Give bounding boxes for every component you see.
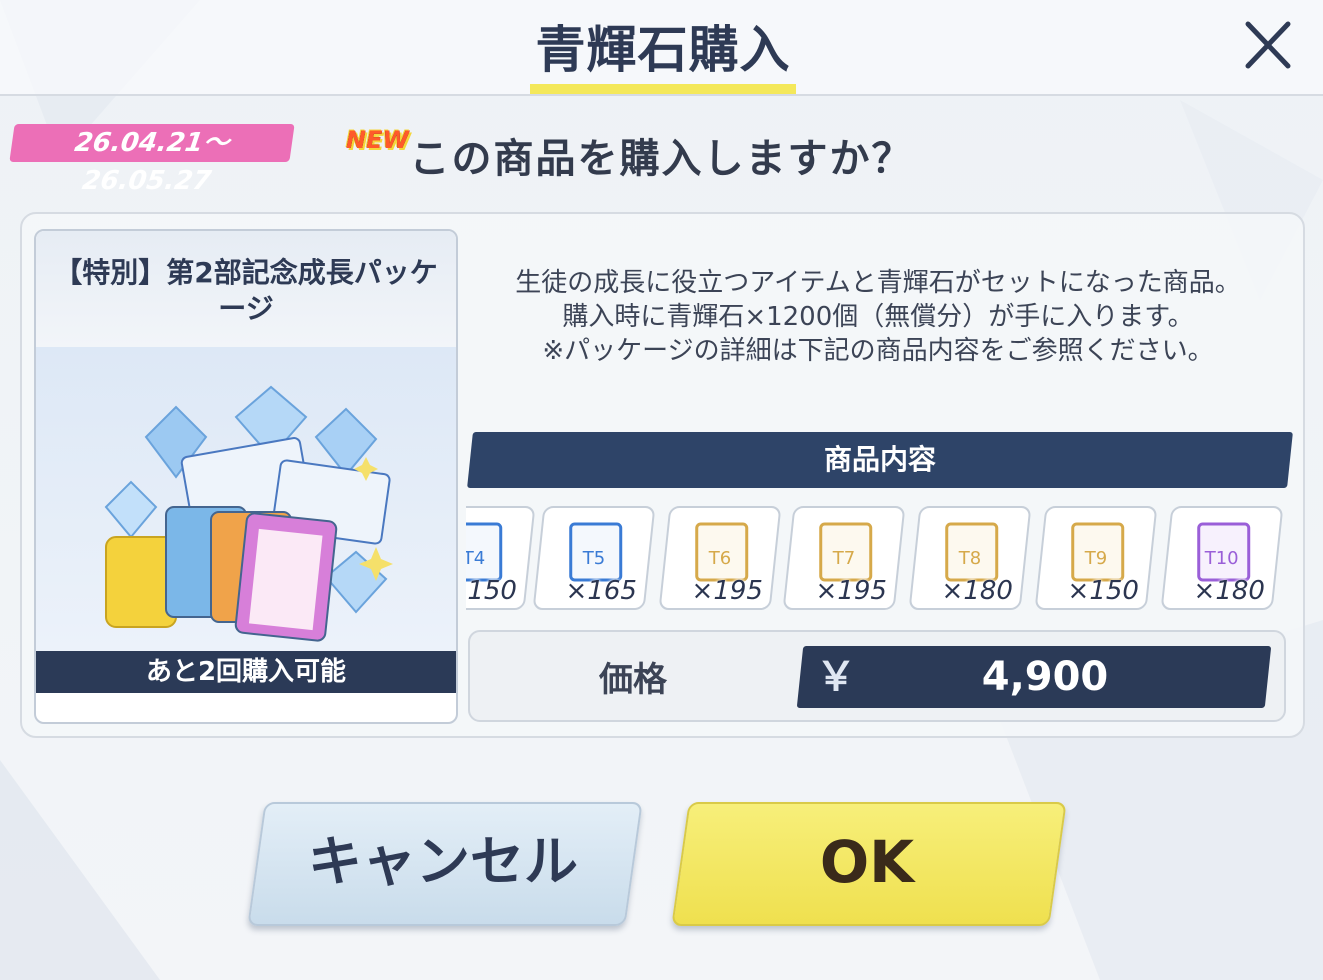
item-t7[interactable]: T7 ×195 bbox=[782, 506, 906, 610]
svg-text:T5: T5 bbox=[582, 548, 605, 569]
contents-header: 商品内容 bbox=[823, 443, 936, 476]
dialog-title: 青輝石購入 bbox=[535, 21, 791, 79]
svg-text:T9: T9 bbox=[1084, 548, 1107, 569]
item-quantity: ×165 bbox=[565, 576, 637, 606]
title-underline bbox=[530, 84, 796, 94]
product-description: 生徒の成長に役立つアイテムと青輝石がセットになった商品。 購入時に青輝石×120… bbox=[470, 266, 1286, 368]
item-t10[interactable]: T10 ×180 bbox=[1160, 506, 1284, 610]
item-t6[interactable]: T6 ×195 bbox=[658, 506, 782, 610]
item-quantity: ×180 bbox=[941, 576, 1013, 606]
item-t5[interactable]: T5 ×165 bbox=[532, 506, 656, 610]
item-quantity: ×150 bbox=[1067, 576, 1139, 606]
product-illustration bbox=[36, 347, 456, 653]
item-t9[interactable]: T9 ×150 bbox=[1034, 506, 1158, 610]
description-line: 購入時に青輝石×1200個（無償分）が手に入ります。 bbox=[562, 302, 1194, 332]
item-quantity: ×150 bbox=[466, 576, 517, 606]
price-value: 4,900 bbox=[981, 654, 1109, 700]
new-badge: NEW bbox=[346, 126, 409, 154]
close-icon bbox=[1245, 21, 1291, 69]
item-quantity: ×195 bbox=[815, 576, 887, 606]
svg-text:T7: T7 bbox=[832, 548, 855, 569]
cancel-button[interactable] bbox=[247, 802, 643, 926]
product-name: 【特別】第2部記念成長パッケージ bbox=[54, 256, 438, 325]
item-t8[interactable]: T8 ×180 bbox=[908, 506, 1032, 610]
contents-items[interactable]: T4 ×150 T5 ×165 T6 ×195 T7 ×195 T8 ×180 … bbox=[466, 506, 1288, 616]
svg-text:T8: T8 bbox=[958, 548, 981, 569]
package-illustration-icon bbox=[104, 385, 393, 642]
item-quantity: ×180 bbox=[1193, 576, 1265, 606]
ok-button[interactable] bbox=[671, 802, 1067, 926]
product-card: 【特別】第2部記念成長パッケージ あと2回購入可能 bbox=[34, 229, 458, 724]
description-line: ※パッケージの詳細は下記の商品内容をご参照ください。 bbox=[542, 336, 1214, 366]
close-button[interactable] bbox=[1236, 16, 1300, 76]
purchase-limit: あと2回購入可能 bbox=[36, 651, 456, 693]
sale-period-badge: 26.04.21～26.05.27 bbox=[9, 124, 295, 196]
svg-text:T4: T4 bbox=[466, 548, 485, 569]
svg-text:T6: T6 bbox=[708, 548, 731, 569]
price-label: 価格 bbox=[599, 660, 667, 700]
yen-icon: ￥ bbox=[816, 654, 856, 700]
svg-text:T10: T10 bbox=[1204, 548, 1239, 569]
item-quantity: ×195 bbox=[691, 576, 763, 606]
item-t4[interactable]: T4 ×150 bbox=[466, 506, 536, 610]
description-line: 生徒の成長に役立つアイテムと青輝石がセットになった商品。 bbox=[515, 268, 1241, 298]
